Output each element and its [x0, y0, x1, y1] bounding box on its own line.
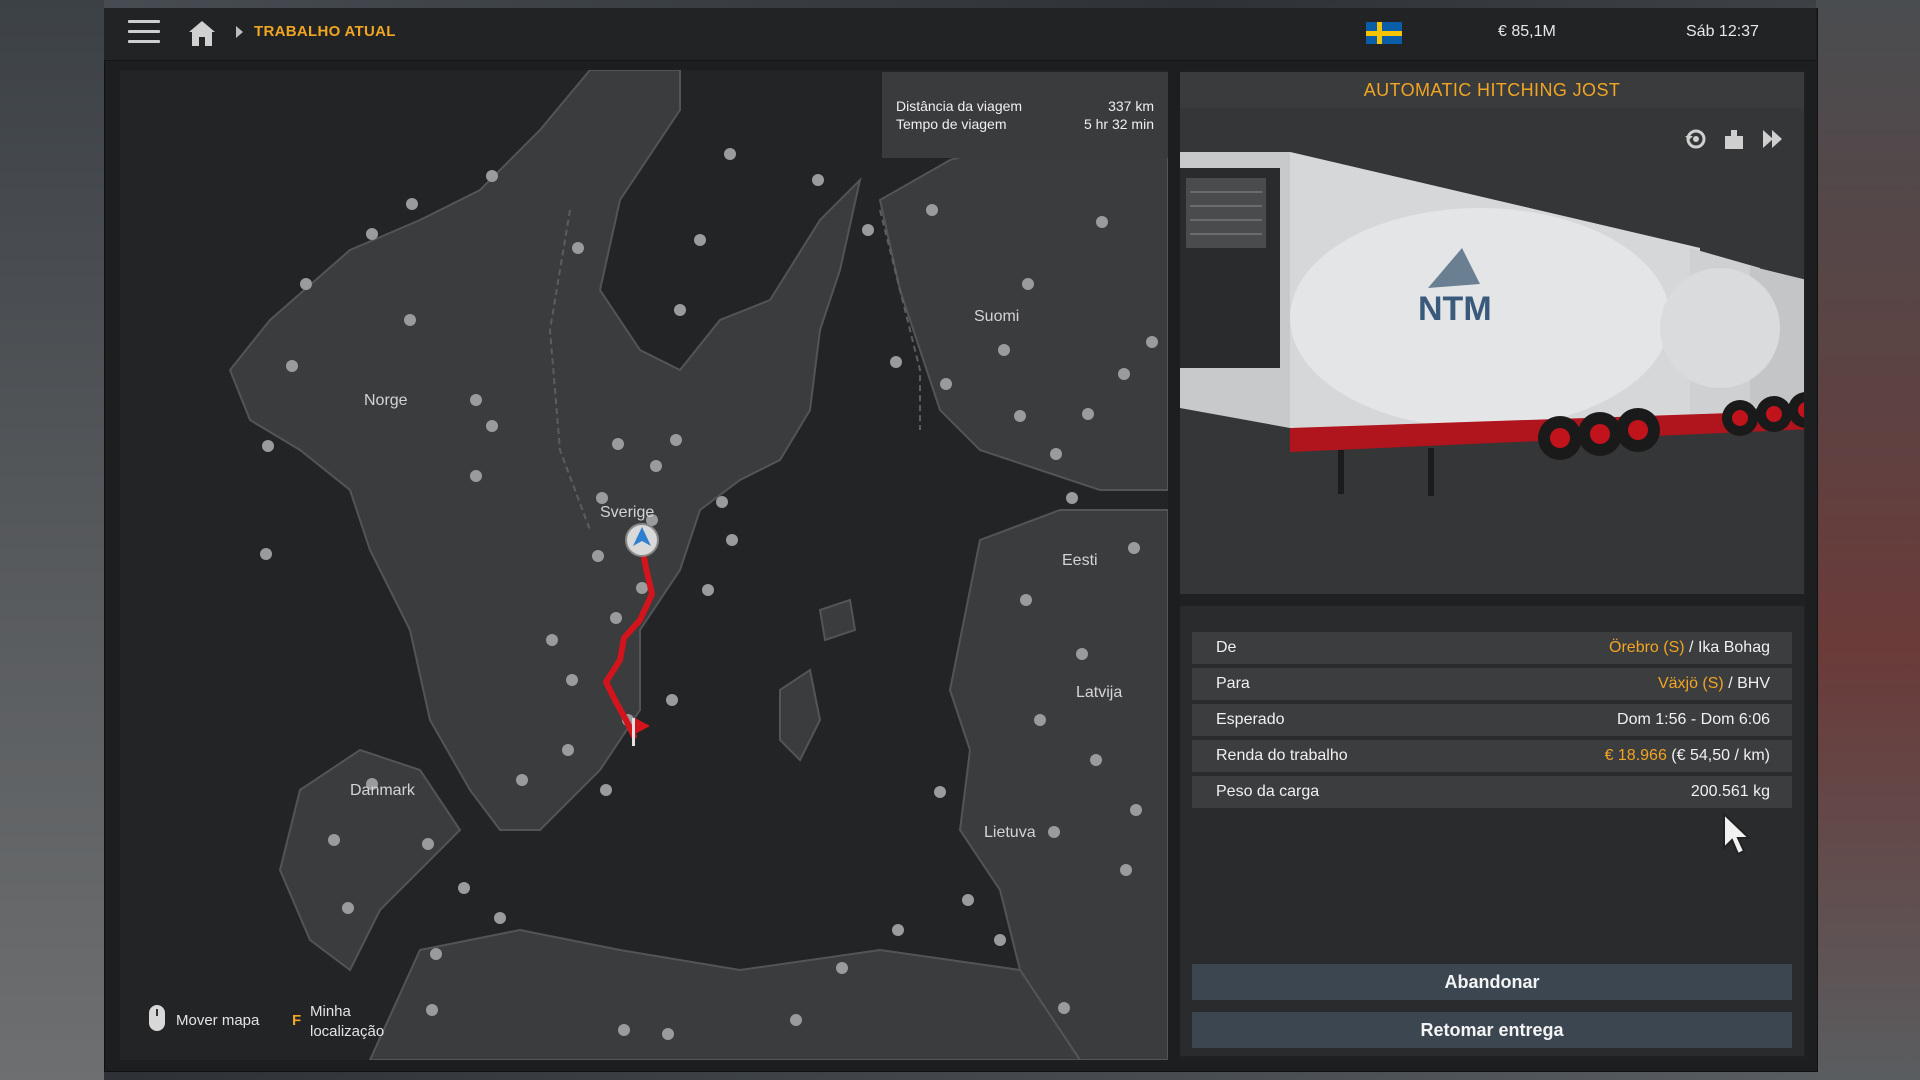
- expected-value: Dom 1:56 - Dom 6:06: [1617, 711, 1770, 728]
- mouse-icon: [149, 1005, 165, 1031]
- home-icon[interactable]: [186, 18, 218, 48]
- trip-distance-value: 337 km: [1108, 98, 1154, 114]
- sweden-flag-icon: [1366, 22, 1402, 44]
- to-label: Para: [1216, 675, 1250, 692]
- chevron-right-icon: [236, 26, 243, 38]
- info-row-to: Para Växjö (S) / BHV: [1192, 668, 1792, 700]
- hint-key-f: F: [292, 1012, 302, 1029]
- country-label-norge: Norge: [364, 392, 408, 409]
- rotate-view-icon[interactable]: [1684, 128, 1708, 150]
- trailer-brand-text: NTM: [1418, 290, 1492, 328]
- background-left: [0, 0, 104, 1080]
- map-canvas[interactable]: [120, 70, 1168, 1060]
- trip-time-value: 5 hr 32 min: [1083, 116, 1154, 132]
- breadcrumb[interactable]: TRABALHO ATUAL: [254, 23, 396, 40]
- country-label-lietuva: Lietuva: [984, 824, 1036, 841]
- to-city: Växjö (S): [1657, 675, 1724, 692]
- from-city: Örebro (S): [1609, 639, 1685, 656]
- from-company: / Ika Bohag: [1689, 639, 1770, 656]
- to-value: Växjö (S) / BHV: [1658, 668, 1770, 700]
- income-label: Renda do trabalho: [1216, 747, 1348, 764]
- background-right: [1816, 0, 1920, 1080]
- trip-distance-label: Distância da viagem: [896, 98, 1023, 114]
- money-display: € 85,1M: [1498, 23, 1556, 40]
- game-clock: Sáb 12:37: [1686, 23, 1759, 40]
- info-row-expected: Esperado Dom 1:56 - Dom 6:06: [1192, 704, 1792, 736]
- from-label: De: [1216, 639, 1237, 656]
- trailer-image: NTM: [1180, 108, 1804, 594]
- country-label-sverige: Sverige: [600, 504, 655, 521]
- hamburger-icon[interactable]: [128, 20, 160, 46]
- income-amount: € 18.966: [1604, 747, 1667, 764]
- info-row-income: Renda do trabalho € 18.966 (€ 54,50 / km…: [1192, 740, 1792, 772]
- mouse-cursor-icon: [1723, 812, 1752, 856]
- trip-time-row: Tempo de viagem 5 hr 32 min: [896, 116, 1154, 132]
- country-label-eesti: Eesti: [1062, 552, 1098, 569]
- hint-move-map: Mover mapa: [176, 1012, 260, 1029]
- country-label-suomi: Suomi: [974, 308, 1020, 325]
- income-rate: (€ 54,50 / km): [1671, 747, 1770, 764]
- camera-icon[interactable]: [1722, 128, 1746, 150]
- country-label-danmark: Danmark: [350, 782, 415, 799]
- info-row-weight: Peso da carga 200.561 kg: [1192, 776, 1792, 808]
- hint-my-location[interactable]: Minha localização: [310, 1002, 410, 1042]
- trip-time-label: Tempo de viagem: [896, 116, 1007, 132]
- expected-label: Esperado: [1216, 711, 1285, 728]
- resume-delivery-button[interactable]: Retomar entrega: [1192, 1012, 1792, 1048]
- weight-value: 200.561 kg: [1690, 783, 1770, 800]
- from-value: Örebro (S) / Ika Bohag: [1609, 632, 1770, 664]
- country-label-latvija: Latvija: [1076, 684, 1123, 701]
- income-value: € 18.966 (€ 54,50 / km): [1605, 740, 1770, 772]
- fast-forward-icon[interactable]: [1760, 128, 1784, 150]
- trailer-title: AUTOMATIC HITCHING JOST: [1180, 72, 1804, 108]
- info-row-from: De Örebro (S) / Ika Bohag: [1192, 632, 1792, 664]
- to-company: / BHV: [1728, 675, 1770, 692]
- trip-distance-row: Distância da viagem 337 km: [896, 98, 1154, 114]
- trip-info-box: Distância da viagem 337 km Tempo de viag…: [882, 72, 1168, 158]
- trailer-viewer[interactable]: NTM: [1180, 108, 1804, 594]
- weight-label: Peso da carga: [1216, 783, 1320, 800]
- route-map[interactable]: [120, 70, 1168, 1060]
- abandon-button[interactable]: Abandonar: [1192, 964, 1792, 1000]
